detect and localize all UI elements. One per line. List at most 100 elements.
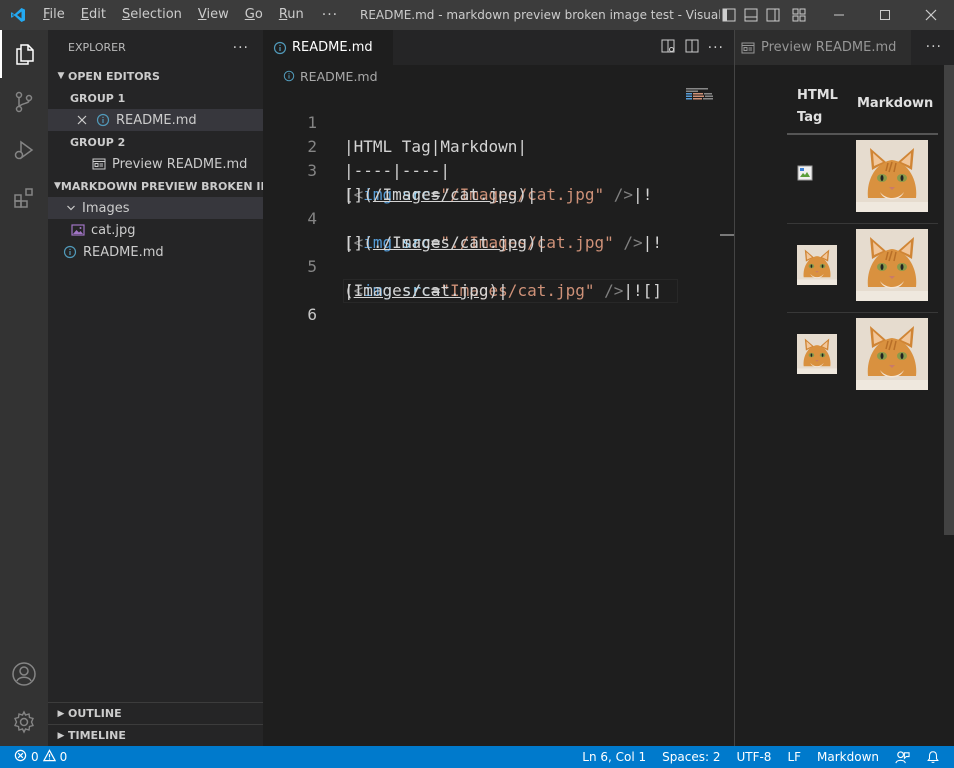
code-line: 1 |HTML Tag|Markdown| — [307, 113, 528, 156]
cat-image — [856, 229, 928, 301]
timeline-section[interactable]: ▶ TIMELINE — [48, 724, 263, 746]
settings-gear-icon[interactable] — [0, 698, 48, 746]
explorer-icon[interactable] — [0, 30, 48, 78]
group2-header[interactable]: GROUP 2 — [48, 131, 263, 153]
info-file-icon — [95, 112, 111, 128]
preview-icon — [91, 156, 107, 172]
tree-file-readme[interactable]: README.md — [48, 241, 263, 263]
menu-view[interactable]: View — [190, 0, 237, 30]
language-mode[interactable]: Markdown — [809, 746, 887, 768]
menu-run[interactable]: Run — [271, 0, 312, 30]
sidebar-bottom-sections: ▶ OUTLINE ▶ TIMELINE — [48, 702, 263, 746]
explorer-more-button[interactable]: ··· — [233, 40, 249, 56]
info-file-icon — [283, 70, 295, 82]
window-title: README.md - markdown preview broken imag… — [360, 8, 720, 22]
cat-image — [797, 334, 837, 374]
preview-tabs: Preview README.md ··· — [735, 30, 954, 65]
cat-image — [797, 245, 837, 285]
explorer-sidebar: EXPLORER ··· ▼ OPEN EDITORS GROUP 1 READ… — [48, 30, 263, 746]
minimize-icon[interactable] — [816, 0, 862, 30]
menu-file[interactable]: File — [35, 0, 73, 30]
open-preview-side-icon[interactable] — [660, 38, 676, 58]
menu-selection[interactable]: Selection — [114, 0, 190, 30]
feedback-icon[interactable] — [887, 746, 918, 768]
cursor-position[interactable]: Ln 6, Col 1 — [574, 746, 654, 768]
source-control-icon[interactable] — [0, 78, 48, 126]
cat-image — [856, 140, 928, 212]
open-editor-preview[interactable]: Preview README.md — [48, 153, 263, 175]
run-debug-icon[interactable] — [0, 126, 48, 174]
editor-more-button[interactable]: ··· — [708, 40, 724, 56]
column-header-html-tag: HTML Tag — [797, 88, 838, 125]
editor-scrollbar-cursor-mark — [720, 234, 734, 236]
window-controls — [816, 0, 954, 30]
preview-scrollbar[interactable] — [944, 65, 954, 535]
code-line: 4 |<img src="./Images/cat.jpg" />|! — [307, 209, 662, 252]
chevron-down-icon — [64, 200, 78, 216]
maximize-icon[interactable] — [862, 0, 908, 30]
column-header-markdown: Markdown — [857, 96, 934, 111]
table-row — [787, 224, 938, 313]
menu-go[interactable]: Go — [237, 0, 271, 30]
indentation[interactable]: Spaces: 2 — [654, 746, 728, 768]
vscode-logo-icon — [0, 0, 35, 30]
code-line: 5 |<img src="Images/cat.jpg" />|![] — [307, 257, 662, 300]
error-icon — [14, 749, 27, 765]
menu-edit[interactable]: Edit — [73, 0, 114, 30]
code-line: 6 — [307, 305, 317, 324]
extensions-icon[interactable] — [0, 174, 48, 222]
title-bar: File Edit Selection View Go Run ··· READ… — [0, 0, 954, 30]
info-file-icon — [273, 41, 287, 55]
toggle-sidebar-icon[interactable] — [718, 0, 740, 30]
chevron-down-icon: ▼ — [57, 71, 65, 81]
code-line-wrap: (Images/cat.jpg)| — [344, 281, 508, 300]
customize-layout-icon[interactable] — [784, 0, 814, 30]
notifications-bell-icon[interactable] — [918, 746, 954, 768]
toggle-secondary-sidebar-icon[interactable] — [762, 0, 784, 30]
account-icon[interactable] — [0, 650, 48, 698]
editor-group: README.md ··· README.md 1 |HTML Tag|Mark… — [263, 30, 734, 746]
editor-actions: ··· — [660, 30, 724, 65]
explorer-header: EXPLORER ··· — [48, 30, 263, 65]
layout-controls — [718, 0, 814, 30]
broken-image-icon — [797, 165, 813, 181]
toggle-panel-icon[interactable] — [740, 0, 762, 30]
code-line-wrap: [](/Images/cat.jpg)| — [344, 185, 537, 204]
chevron-right-icon: ▶ — [57, 708, 65, 719]
chevron-right-icon: ▶ — [57, 730, 65, 741]
explorer-title: EXPLORER — [68, 41, 126, 54]
table-header: HTML Tag Markdown — [787, 80, 938, 135]
code-line-wrap: [](./Images/cat.jpg)| — [344, 233, 547, 252]
tree-folder-images[interactable]: Images — [48, 197, 263, 219]
code-line: 3 |<img src="/Images/cat.jpg" />|! — [307, 161, 653, 204]
group1-header[interactable]: GROUP 1 — [48, 87, 263, 109]
end-of-line[interactable]: LF — [779, 746, 809, 768]
breadcrumb[interactable]: README.md — [263, 65, 734, 87]
preview-icon — [741, 41, 755, 55]
folder-section[interactable]: ▼ MARKDOWN PREVIEW BROKEN IM... — [48, 175, 263, 197]
close-window-icon[interactable] — [908, 0, 954, 30]
open-editor-readme[interactable]: README.md — [48, 109, 263, 131]
cat-image — [856, 318, 928, 390]
preview-more-button[interactable]: ··· — [926, 30, 942, 65]
open-editors-section[interactable]: ▼ OPEN EDITORS — [48, 65, 263, 87]
tree-file-cat[interactable]: cat.jpg — [48, 219, 263, 241]
editor-tabs: README.md ··· — [263, 30, 734, 65]
problems-status[interactable]: 0 0 — [14, 746, 67, 768]
tab-readme[interactable]: README.md — [263, 30, 393, 65]
table-row — [787, 135, 938, 224]
close-editor-icon[interactable] — [74, 112, 90, 128]
code-line: 2 |----|----| — [307, 137, 450, 180]
outline-section[interactable]: ▶ OUTLINE — [48, 702, 263, 724]
menu-bar: File Edit Selection View Go Run ··· — [35, 0, 348, 30]
status-right: Ln 6, Col 1 Spaces: 2 UTF-8 LF Markdown — [574, 746, 954, 768]
menu-more-button[interactable]: ··· — [312, 7, 348, 23]
chevron-down-icon: ▼ — [54, 181, 61, 191]
encoding[interactable]: UTF-8 — [728, 746, 779, 768]
tab-preview-readme[interactable]: Preview README.md — [735, 30, 911, 65]
minimap[interactable] — [686, 87, 720, 103]
preview-table: HTML Tag Markdown — [787, 80, 938, 402]
info-file-icon — [62, 244, 78, 260]
split-editor-icon[interactable] — [684, 38, 700, 58]
warning-icon — [42, 749, 56, 765]
